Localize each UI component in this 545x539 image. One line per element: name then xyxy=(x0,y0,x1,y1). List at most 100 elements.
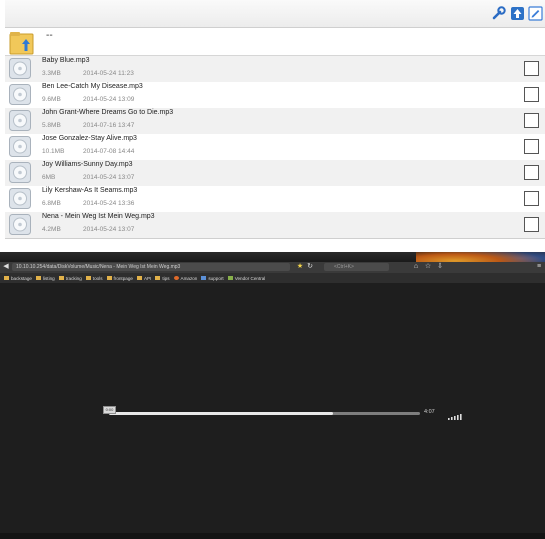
file-row[interactable]: Jose Gonzalez-Stay Alive.mp3 10.1MB 2014-0… xyxy=(5,134,545,161)
menu-icon[interactable]: ≡ xyxy=(535,263,543,271)
support-icon xyxy=(201,276,207,280)
file-date: 2014-05-24 11:23 xyxy=(83,70,134,77)
bookmark-item[interactable]: frontpage xyxy=(106,273,133,283)
bookmark-item[interactable]: tools xyxy=(85,273,103,283)
play-button[interactable]: 0:00 xyxy=(103,406,116,414)
file-row[interactable]: Baby Blue.mp3 3.3MB 2014-05-24 11:23 xyxy=(5,56,545,83)
file-size: 10.1MB xyxy=(42,148,65,155)
audio-file-icon xyxy=(9,188,31,209)
file-date: 2014-05-24 13:36 xyxy=(83,200,135,207)
file-name[interactable]: Joy Williams-Sunny Day.mp3 xyxy=(42,161,133,168)
bookmarks-bar: backstage listing tracking tools frontpage AP… xyxy=(0,273,545,283)
bookmark-item[interactable]: API xyxy=(136,273,152,283)
folder-icon xyxy=(58,276,64,280)
file-name[interactable]: Jose Gonzalez-Stay Alive.mp3 xyxy=(42,135,137,142)
file-toolbar xyxy=(5,0,545,28)
bookmark-label: API xyxy=(143,275,152,281)
file-select-checkbox[interactable] xyxy=(524,217,539,232)
file-size: 5.8MB xyxy=(42,122,61,129)
bookmark-label: backstage xyxy=(11,275,32,281)
file-name[interactable]: Nena - Mein Weg Ist Mein Weg.mp3 xyxy=(42,213,155,220)
bookmark-label: support xyxy=(208,275,224,281)
folder-icon xyxy=(106,276,112,280)
search-field[interactable]: <Ctrl+K> xyxy=(324,263,389,271)
bookmark-item[interactable]: tracking xyxy=(58,273,82,283)
audio-player: 0:00 4:07 xyxy=(103,406,463,420)
parent-folder-row[interactable]: -- xyxy=(5,28,545,56)
audio-file-icon xyxy=(9,84,31,105)
file-select-checkbox[interactable] xyxy=(524,61,539,76)
upload-icon[interactable] xyxy=(509,5,525,21)
folder-icon xyxy=(155,276,161,280)
file-row[interactable]: John Grant-Where Dreams Go to Die.mp3 5.8… xyxy=(5,108,545,135)
download-icon[interactable]: ⇩ xyxy=(436,263,444,271)
bookmark-label: Vendor Central xyxy=(234,275,266,281)
file-name[interactable]: Lily Kershaw-As It Seams.mp3 xyxy=(42,187,137,194)
url-field[interactable]: 10.10.10.254/data/DiskVolume/Music/Nena … xyxy=(12,263,290,271)
seek-progress xyxy=(109,412,333,415)
bookmark-label: Amazon xyxy=(180,275,198,281)
file-row[interactable]: Nena - Mein Weg Ist Mein Weg.mp3 4.2MB 201… xyxy=(5,212,545,239)
audio-file-icon xyxy=(9,110,31,131)
star-menu-icon[interactable]: ☆ xyxy=(424,263,432,271)
folder-icon xyxy=(35,276,41,280)
folder-up-icon xyxy=(9,31,35,55)
file-select-checkbox[interactable] xyxy=(524,139,539,154)
file-date: 2014-05-24 13:07 xyxy=(83,226,135,233)
playback-time: 4:07 xyxy=(424,409,435,415)
file-date: 2014-05-24 13:09 xyxy=(83,96,135,103)
file-size: 6MB xyxy=(42,174,56,181)
file-size: 6.8MB xyxy=(42,200,61,207)
bookmark-item[interactable]: backstage xyxy=(4,273,32,283)
file-row[interactable]: Lily Kershaw-As It Seams.mp3 6.8MB 2014-05… xyxy=(5,186,545,213)
vendor-icon xyxy=(227,276,233,280)
file-name[interactable]: John Grant-Where Dreams Go to Die.mp3 xyxy=(42,109,173,116)
file-date: 2014-07-08 14:44 xyxy=(83,148,135,155)
browser-window: ◀ 10.10.10.254/data/DiskVolume/Music/Nen… xyxy=(0,252,545,539)
audio-file-icon xyxy=(9,136,31,157)
file-size: 3.3MB xyxy=(42,70,61,77)
bookmark-label: tools xyxy=(92,275,103,281)
bookmark-item[interactable]: Amazon xyxy=(173,273,198,283)
file-row[interactable]: Ben Lee-Catch My Disease.mp3 9.6MB 2014-05… xyxy=(5,82,545,109)
file-name[interactable]: Baby Blue.mp3 xyxy=(42,57,89,64)
bookmark-item[interactable]: listing xyxy=(35,273,55,283)
audio-file-icon xyxy=(9,58,31,79)
edit-icon[interactable] xyxy=(527,5,543,21)
bookmark-label: frontpage xyxy=(113,275,133,281)
file-select-checkbox[interactable] xyxy=(524,191,539,206)
file-select-checkbox[interactable] xyxy=(524,165,539,180)
amazon-icon xyxy=(173,276,179,280)
reload-icon[interactable]: ↻ xyxy=(306,263,314,271)
bookmark-label: tracking xyxy=(65,275,82,281)
back-icon[interactable]: ◀ xyxy=(2,263,10,271)
bookmark-star-icon[interactable]: ★ xyxy=(296,263,304,271)
file-name[interactable]: Ben Lee-Catch My Disease.mp3 xyxy=(42,83,143,90)
bookmark-item[interactable]: tips xyxy=(155,273,170,283)
wrench-icon[interactable] xyxy=(491,5,507,21)
file-row[interactable]: Joy Williams-Sunny Day.mp3 6MB 2014-05-24 … xyxy=(5,160,545,187)
file-size: 4.2MB xyxy=(42,226,61,233)
bookmark-item[interactable]: support xyxy=(201,273,224,283)
volume-icon[interactable] xyxy=(446,409,464,420)
file-select-checkbox[interactable] xyxy=(524,113,539,128)
bookmark-item[interactable]: Vendor Central xyxy=(227,273,266,283)
file-date: 2014-07-16 13:47 xyxy=(83,122,135,129)
status-strip xyxy=(0,533,545,539)
home-icon[interactable]: ⌂ xyxy=(412,263,420,271)
folder-icon xyxy=(4,276,9,280)
bookmark-label: tips xyxy=(162,275,170,281)
parent-folder-label: -- xyxy=(46,30,53,41)
audio-file-icon xyxy=(9,214,31,235)
folder-icon xyxy=(136,276,142,280)
search-placeholder: <Ctrl+K> xyxy=(334,264,354,270)
file-size: 9.6MB xyxy=(42,96,61,103)
audio-file-icon xyxy=(9,162,31,183)
url-text: 10.10.10.254/data/DiskVolume/Music/Nena … xyxy=(16,264,181,270)
file-date: 2014-05-24 13:07 xyxy=(83,174,135,181)
file-browser-panel: -- Baby Blue.mp3 3.3MB 2014-05-24 11:23 Ben… xyxy=(5,0,545,241)
file-select-checkbox[interactable] xyxy=(524,87,539,102)
bookmark-label: listing xyxy=(42,275,55,281)
folder-icon xyxy=(85,276,91,280)
navigation-bar: ◀ 10.10.10.254/data/DiskVolume/Music/Nen… xyxy=(0,262,545,273)
